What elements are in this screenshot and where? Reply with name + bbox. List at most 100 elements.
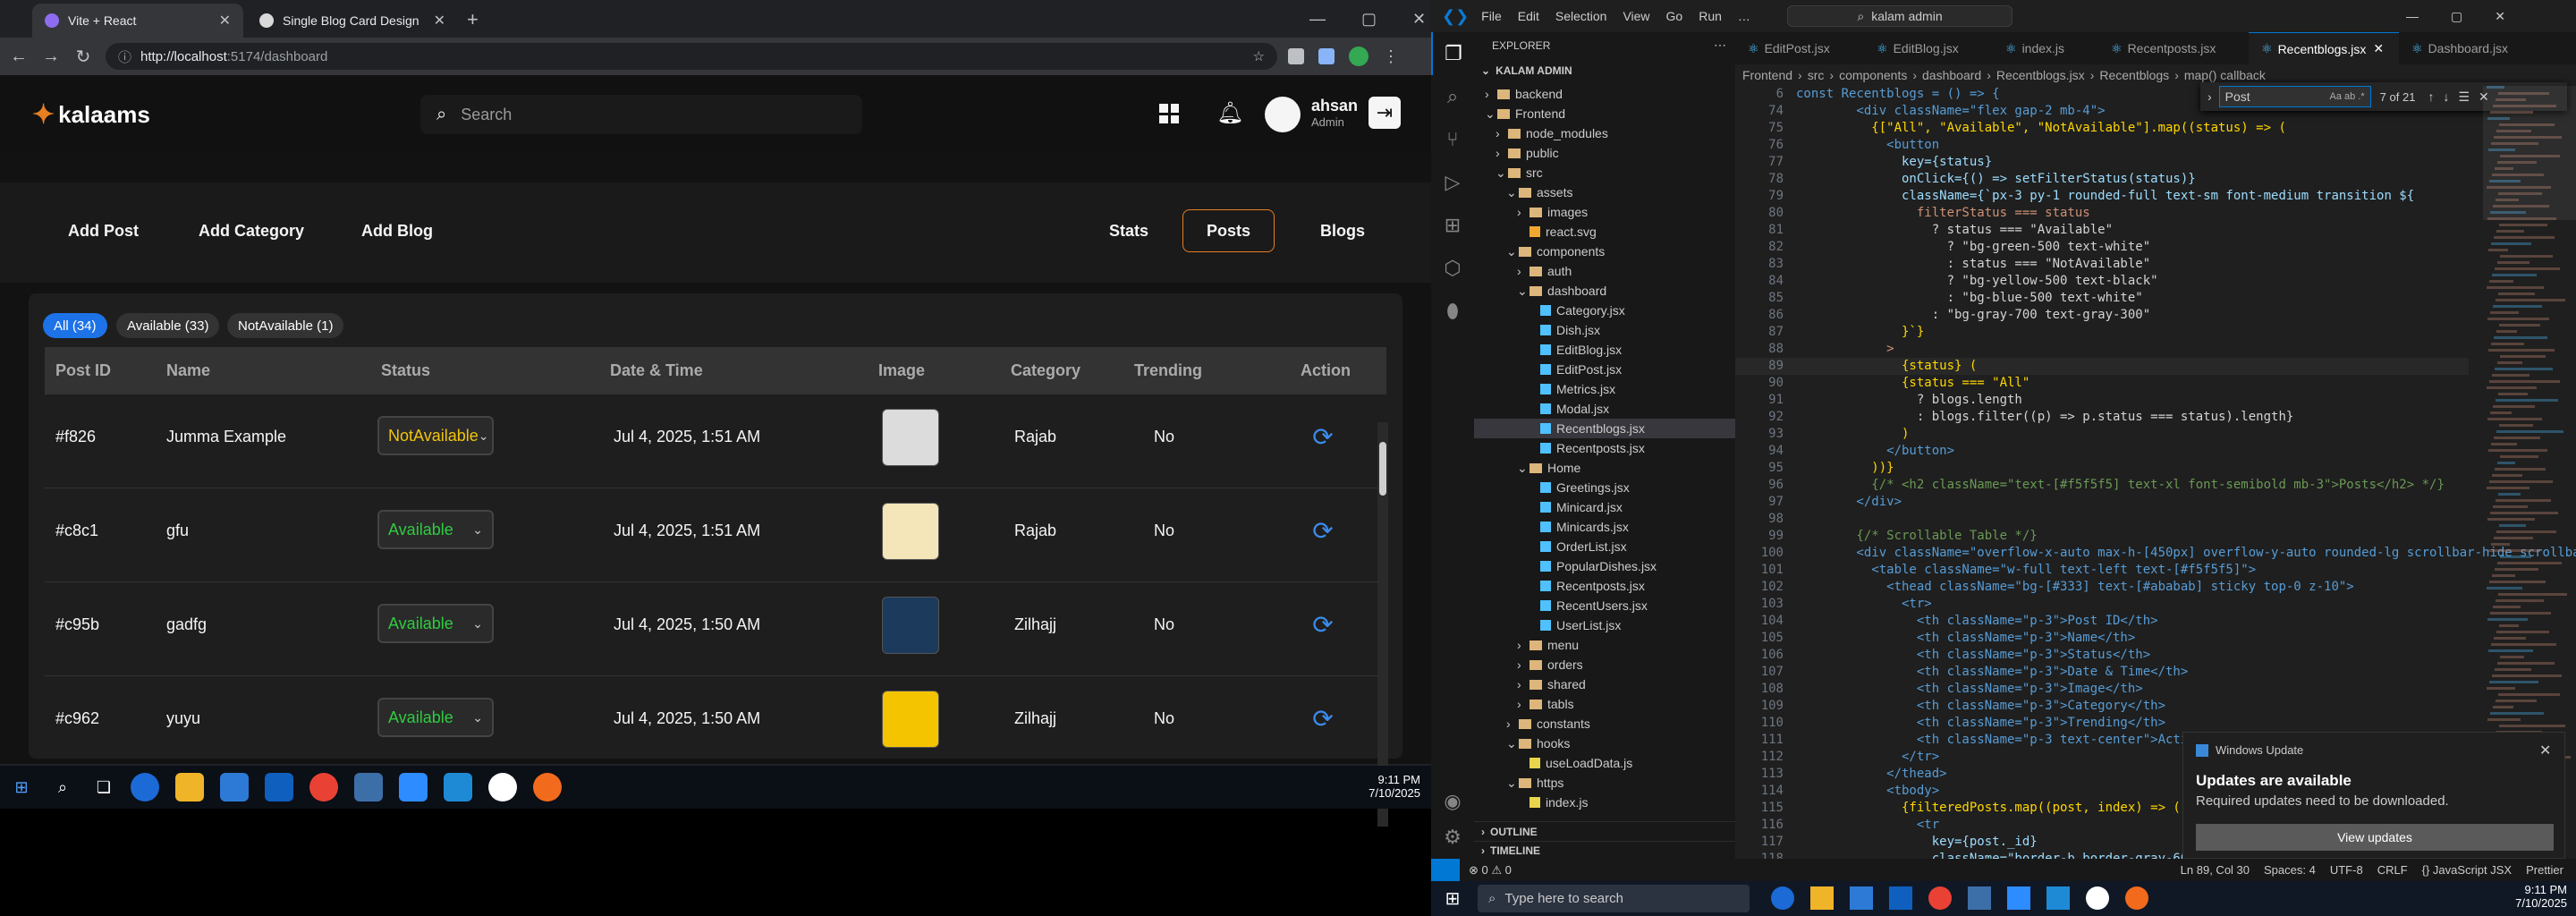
filter-notavailable-chip[interactable]: NotAvailable (1) (227, 313, 344, 338)
editor-tab[interactable]: ⚛ Recentposts.jsx (2098, 32, 2249, 64)
col-post-id[interactable]: Post ID (55, 361, 111, 380)
tree-folder[interactable]: ⌄ https (1474, 773, 1735, 793)
windows-start-icon[interactable]: ⊞ (7, 773, 36, 802)
left-clock[interactable]: 9:11 PM 7/10/2025 (1360, 773, 1420, 800)
refresh-icon[interactable]: ⟳ (1308, 703, 1338, 734)
zoom-icon[interactable] (399, 773, 428, 802)
close-window-icon[interactable]: ✕ (2495, 9, 2505, 24)
scrollbar-thumb[interactable] (1379, 442, 1386, 496)
status-select[interactable]: Available ⌄ (377, 510, 494, 549)
add-category-button[interactable]: Add Category (175, 209, 327, 252)
new-tab-button[interactable]: + (467, 7, 479, 32)
col-name[interactable]: Name (166, 361, 210, 380)
tree-file[interactable]: Dish.jsx (1474, 320, 1735, 340)
breadcrumb-item[interactable]: components (1839, 68, 1907, 82)
menu-item[interactable]: Go (1666, 9, 1683, 23)
windows-start-icon[interactable]: ⊞ (1438, 885, 1467, 912)
mongodb-icon[interactable]: ⬮ (1431, 290, 1474, 333)
tree-file[interactable]: Minicard.jsx (1474, 497, 1735, 517)
extensions-icon[interactable]: ⊞ (1431, 204, 1474, 247)
minimize-icon[interactable]: — (2406, 9, 2419, 23)
status-item[interactable]: Prettier (2526, 863, 2563, 877)
extension-icon[interactable] (1288, 48, 1304, 64)
tree-file[interactable]: Category.jsx (1474, 301, 1735, 320)
explorer-icon[interactable]: ❐ (1431, 32, 1474, 75)
menu-item[interactable]: … (1738, 9, 1750, 23)
logout-icon[interactable]: ⇥ (1368, 97, 1401, 129)
tree-folder[interactable]: › tabls (1474, 694, 1735, 714)
filter-available-chip[interactable]: Available (33) (116, 313, 220, 338)
menu-item[interactable]: Selection (1555, 9, 1607, 23)
tree-file[interactable]: Modal.jsx (1474, 399, 1735, 419)
status-item[interactable]: Spaces: 4 (2264, 863, 2316, 877)
status-select[interactable]: NotAvailable ⌄ (377, 416, 494, 455)
workspace-root[interactable]: ⌄ KALAM ADMIN (1481, 64, 1572, 77)
stats-button[interactable]: Stats (1086, 209, 1172, 252)
edge-icon[interactable] (1771, 886, 1794, 910)
tree-folder[interactable]: ⌄ Frontend (1474, 104, 1735, 123)
app-icon[interactable] (1968, 886, 1991, 910)
store-icon[interactable] (1850, 886, 1873, 910)
filter-all-chip[interactable]: All (34) (43, 313, 107, 338)
status-item[interactable]: CRLF (2377, 863, 2408, 877)
breadcrumb-item[interactable]: Recentblogs (2099, 68, 2169, 82)
tree-folder[interactable]: › images (1474, 202, 1735, 222)
tree-folder[interactable]: ⌄ src (1474, 163, 1735, 182)
tree-file[interactable]: useLoadData.js (1474, 753, 1735, 773)
tree-file[interactable]: EditBlog.jsx (1474, 340, 1735, 360)
extension-icon[interactable] (1318, 48, 1335, 64)
menu-item[interactable]: View (1623, 9, 1649, 23)
tree-file[interactable]: react.svg (1474, 222, 1735, 242)
outlook-icon[interactable] (265, 773, 293, 802)
breadcrumb-item[interactable]: map() callback (2184, 68, 2266, 82)
tree-folder[interactable]: › orders (1474, 655, 1735, 674)
minimize-icon[interactable]: — (1309, 10, 1326, 29)
close-icon[interactable]: ✕ (434, 12, 445, 30)
close-icon[interactable]: ✕ (2539, 742, 2551, 759)
tree-file[interactable]: PopularDishes.jsx (1474, 556, 1735, 576)
tree-file[interactable]: index.js (1474, 793, 1735, 812)
posts-button[interactable]: Posts (1182, 209, 1275, 252)
tree-folder[interactable]: ⌄ assets (1474, 182, 1735, 202)
command-center[interactable]: ⌕ kalam admin (1787, 5, 2012, 27)
tree-folder[interactable]: › auth (1474, 261, 1735, 281)
browser-tab-vite-react[interactable]: Vite + React ✕ (32, 4, 243, 38)
close-icon[interactable]: ✕ (219, 12, 231, 30)
tree-folder[interactable]: ⌄ hooks (1474, 734, 1735, 753)
store-icon[interactable] (220, 773, 249, 802)
find-in-selection-icon[interactable]: ☰ (2458, 89, 2470, 105)
breadcrumb-item[interactable]: dashboard (1922, 68, 1981, 82)
chevron-right-icon[interactable]: › (2207, 89, 2212, 104)
run-debug-icon[interactable]: ▷ (1431, 161, 1474, 204)
status-select[interactable]: Available ⌄ (377, 698, 494, 737)
browser-tab-blog-card[interactable]: Single Blog Card Design ✕ (247, 4, 458, 38)
close-icon[interactable]: ✕ (2373, 41, 2384, 56)
postman-icon[interactable] (533, 773, 562, 802)
minimap-slider[interactable] (2483, 86, 2576, 220)
tree-file[interactable]: Greetings.jsx (1474, 478, 1735, 497)
tree-folder[interactable]: ⌄ components (1474, 242, 1735, 261)
refresh-icon[interactable]: ⟳ (1308, 421, 1338, 452)
file-explorer-icon[interactable] (175, 773, 204, 802)
status-item[interactable]: UTF-8 (2330, 863, 2363, 877)
tree-file[interactable]: Recentposts.jsx (1474, 576, 1735, 596)
match-case-icon[interactable]: Aa ab .* (2330, 91, 2365, 102)
breadcrumb-item[interactable]: Frontend (1742, 68, 1792, 82)
maximize-icon[interactable]: ▢ (2451, 9, 2462, 24)
kalaams-logo[interactable]: ✦ kalaams (32, 97, 150, 132)
tree-file[interactable]: EditPost.jsx (1474, 360, 1735, 379)
user-avatar[interactable] (1265, 97, 1301, 132)
next-match-icon[interactable]: ↓ (2443, 89, 2449, 104)
status-item[interactable]: {} JavaScript JSX (2422, 863, 2512, 877)
settings-gear-icon[interactable]: ⚙ (1431, 816, 1474, 859)
right-clock[interactable]: 9:11 PM 7/10/2025 (2501, 883, 2567, 910)
col-trending[interactable]: Trending (1134, 361, 1202, 380)
chrome-icon[interactable] (309, 773, 338, 802)
tree-folder[interactable]: › backend (1474, 84, 1735, 104)
tree-folder[interactable]: ⌄ dashboard (1474, 281, 1735, 301)
refresh-icon[interactable]: ⟳ (1308, 609, 1338, 640)
search-icon[interactable]: ⌕ (1431, 75, 1474, 118)
site-info-icon[interactable]: ⓘ (118, 47, 131, 66)
problems-count[interactable]: ⊗ 0 ⚠ 0 (1469, 863, 1512, 878)
col-date-time[interactable]: Date & Time (610, 361, 703, 380)
